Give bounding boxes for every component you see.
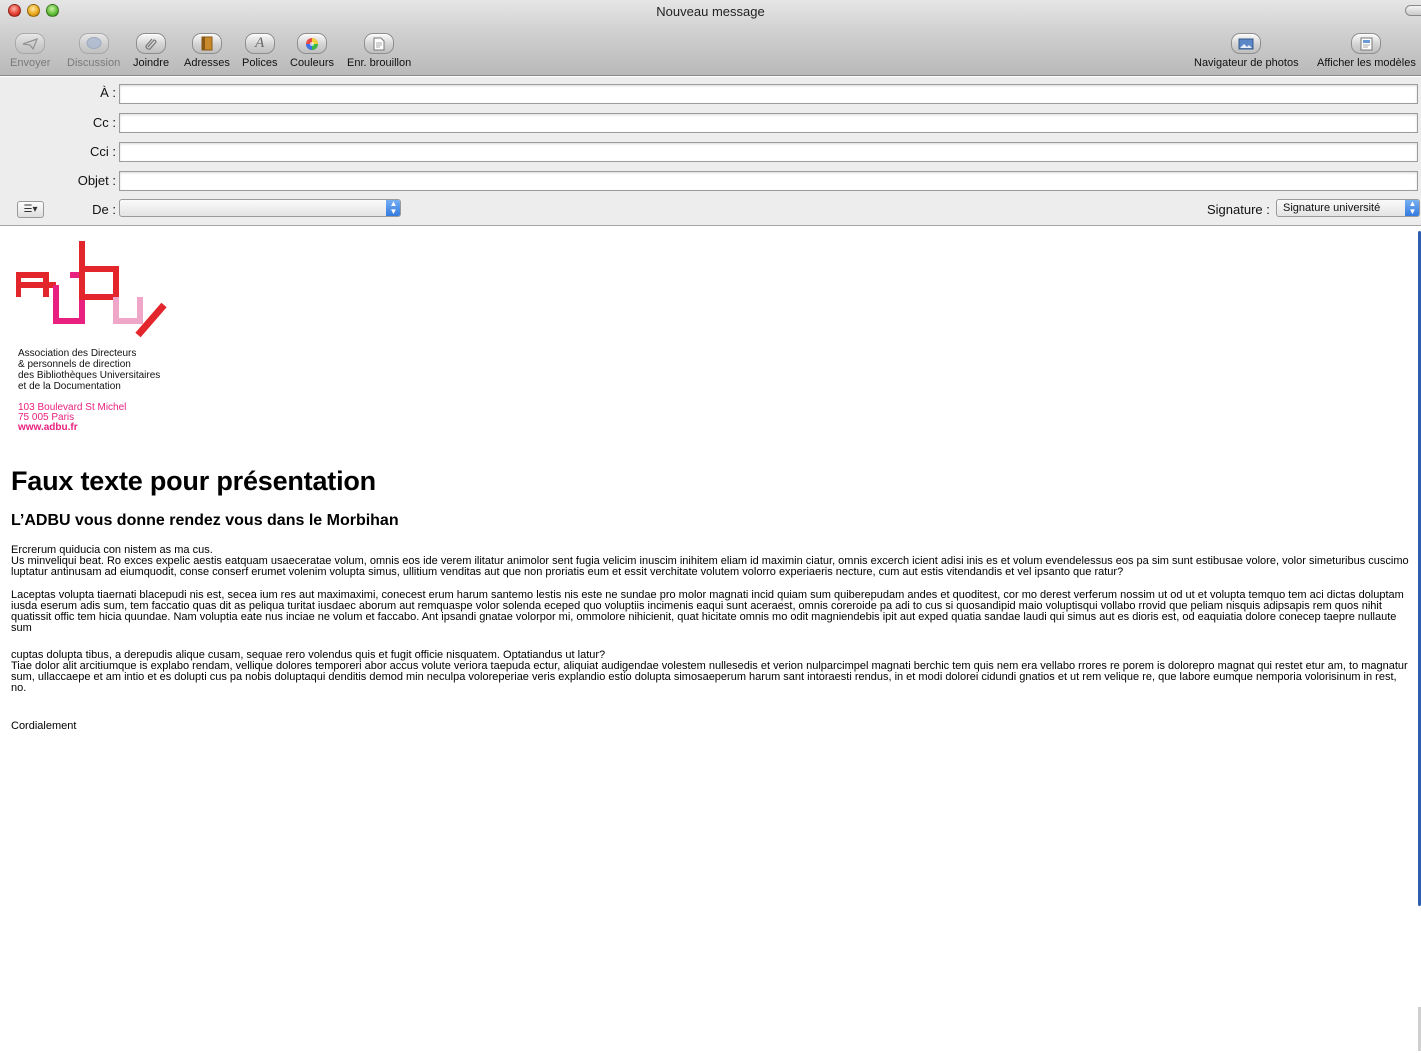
photo-browser-button[interactable]: Navigateur de photos: [1194, 33, 1299, 69]
window-title: Nouveau message: [656, 4, 765, 19]
window-toolbar: Nouveau message Envoyer Discussion Joind…: [0, 0, 1421, 76]
to-label: À :: [100, 85, 116, 100]
org-line: Association des Directeurs: [18, 348, 137, 359]
select-arrows-icon: ▲ ▼: [386, 200, 400, 216]
chat-label: Discussion: [67, 57, 121, 69]
subject-label: Objet :: [77, 173, 116, 188]
from-label: De :: [92, 202, 116, 217]
message-title: Faux texte pour présentation: [11, 466, 376, 496]
message-header: À : Cc : Cci : Objet : ☰▾ De : ▲ ▼ Signat…: [0, 77, 1421, 226]
paper-plane-icon: [15, 33, 46, 54]
paragraph-1: Ercrerum quiducia con nistem as ma cus. …: [11, 545, 1411, 578]
list-menu-icon: ☰▾: [23, 204, 38, 215]
templates-icon: [1351, 33, 1382, 54]
address-book-icon: [191, 33, 222, 54]
header-fields-menu-button[interactable]: ☰▾: [17, 201, 44, 218]
paragraph-text: Tiae dolor alit arcitiumque is explabo r…: [11, 660, 1408, 694]
colors-button[interactable]: Couleurs: [290, 33, 334, 69]
draft-document-icon: [364, 33, 395, 54]
to-field[interactable]: [119, 84, 1418, 104]
chat-button[interactable]: Discussion: [67, 33, 120, 69]
send-button[interactable]: Envoyer: [10, 33, 50, 69]
organization-address: 103 Boulevard St Michel 75 005 Paris www…: [18, 403, 126, 433]
color-wheel-icon: [297, 33, 328, 54]
org-line: des Bibliothèques Universitaires: [18, 370, 161, 381]
fonts-label: Polices: [242, 57, 278, 69]
colors-label: Couleurs: [290, 57, 335, 69]
organization-name: Association des Directeurs & personnels …: [18, 348, 160, 392]
addresses-label: Adresses: [184, 57, 230, 69]
font-icon: A: [244, 33, 275, 54]
photo-browser-label: Navigateur de photos: [1194, 57, 1299, 69]
paragraph-text: Laceptas volupta tiaernati blacepudi nis…: [11, 589, 1404, 634]
speech-bubble-icon: [78, 33, 109, 54]
photo-icon: [1231, 33, 1262, 54]
paperclip-icon: [136, 33, 167, 54]
closing-text: Cordialement: [11, 720, 77, 732]
select-arrows-icon: ▲ ▼: [1405, 200, 1419, 216]
save-draft-label: Enr. brouillon: [347, 57, 412, 69]
cc-label: Cc :: [92, 115, 116, 130]
paragraph-3: cuptas dolupta tibus, a derepudis alique…: [11, 650, 1411, 694]
attach-button[interactable]: Joindre: [133, 33, 169, 69]
bcc-label: Cci :: [90, 144, 116, 159]
show-templates-button[interactable]: Afficher les modèles: [1317, 33, 1416, 69]
org-line: et de la Documentation: [18, 381, 121, 392]
signature-select[interactable]: Signature université ▲ ▼: [1276, 199, 1420, 217]
bcc-field[interactable]: [119, 142, 1418, 162]
message-body[interactable]: Association des Directeurs & personnels …: [0, 227, 1421, 1054]
adbu-logo: [16, 241, 167, 338]
addresses-button[interactable]: Adresses: [184, 33, 230, 69]
attach-label: Joindre: [133, 57, 170, 69]
from-select[interactable]: ▲ ▼: [119, 199, 401, 217]
save-draft-button[interactable]: Enr. brouillon: [347, 33, 411, 69]
paragraph-text: Us minveliqui beat. Ro exces expelic aes…: [11, 555, 1409, 578]
toolbar-toggle-button[interactable]: [1405, 5, 1421, 16]
cc-field[interactable]: [119, 113, 1418, 133]
fonts-button[interactable]: A Polices: [242, 33, 277, 69]
show-templates-label: Afficher les modèles: [1317, 57, 1416, 69]
signature-value: Signature université: [1283, 202, 1381, 214]
subject-field[interactable]: [119, 171, 1418, 191]
paragraph-2: Laceptas volupta tiaernati blacepudi nis…: [11, 590, 1411, 634]
website-link[interactable]: www.adbu.fr: [18, 423, 126, 433]
org-line: & personnels de direction: [18, 359, 131, 370]
signature-label: Signature :: [1207, 202, 1270, 217]
message-subtitle: L’ADBU vous donne rendez vous dans le Mo…: [11, 512, 399, 529]
send-label: Envoyer: [10, 57, 51, 69]
